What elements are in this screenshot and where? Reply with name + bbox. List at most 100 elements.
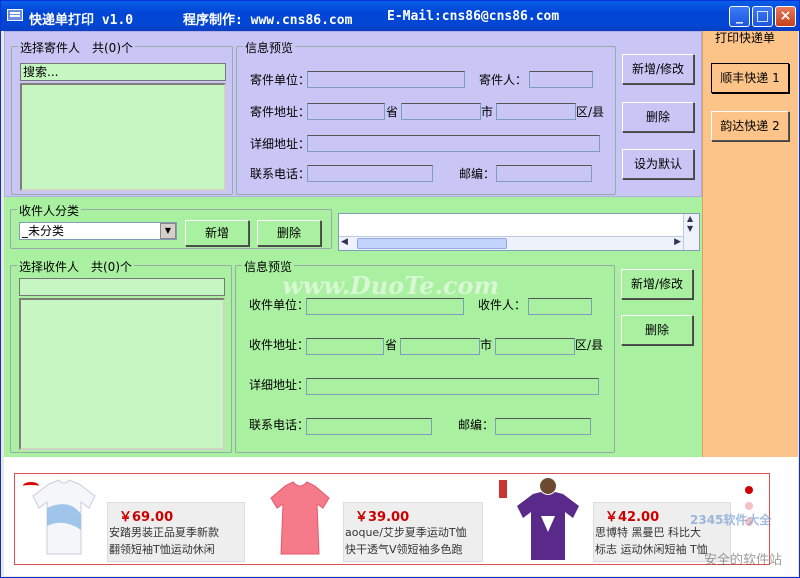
yunda-express-button[interactable]: 韵达快递 2 [711,111,789,141]
category-group: 收件人分类 _未分类 ▼ 新增 删除 [10,202,332,249]
maximize-icon: □ [755,8,770,24]
receiver-list-group: 选择收件人 共(0)个 [10,258,232,453]
pink-tshirt-image [270,481,330,555]
sender-list-group: 选择寄件人 共(0)个 搜索... [11,39,233,195]
brand-watermark: 2345软件大全 [690,513,772,527]
ad-desc-2: aoque/艾步夏季运动T恤 快干透气V领短袖多色跑 [345,524,481,558]
sender-add-modify-button[interactable]: 新增/修改 [622,54,694,84]
sender-address-label: 寄件地址： [250,105,311,119]
app-icon [7,9,23,21]
category-label: 收件人分类 [17,202,82,219]
sender-county-label: 区/县 [576,105,605,119]
category-select[interactable]: _未分类 ▼ [19,222,177,240]
ad-banner[interactable]: ￥69.00 安踏男装正品夏季新款 翻领短袖T恤运动休闲 ￥39.00 aoqu… [4,457,798,576]
ad-desc-1-line2: 翻领短袖T恤运动休闲 [109,543,215,556]
white-tshirt-image [32,479,96,555]
receiver-zip-label: 邮编： [458,418,495,432]
receiver-company-field[interactable] [306,298,464,315]
sender-preview-label: 信息预览 [243,39,296,56]
sender-delete-button[interactable]: 删除 [622,102,694,132]
receiver-zip-field[interactable] [495,418,591,435]
close-icon: × [779,8,792,24]
ad-price-3: ￥42.00 [605,510,660,525]
receiver-province-label: 省 [385,338,398,352]
sender-zip-label: 邮编： [459,167,496,181]
receiver-add-modify-button[interactable]: 新增/修改 [621,269,693,299]
scroll-left-icon[interactable]: ◀ [341,237,348,247]
ad-product-2[interactable]: ￥39.00 aoque/艾步夏季运动T恤 快干透气V领短袖多色跑 [265,474,495,564]
receiver-county-field[interactable] [495,338,575,355]
receiver-detail-field[interactable] [306,378,599,395]
ad-price-1: ￥69.00 [119,510,174,525]
sender-company-label: 寄件单位： [250,73,311,87]
receiver-search-input[interactable] [19,278,225,296]
scroll-up-icon[interactable]: ▲ [687,214,693,223]
receiver-address-label: 收件地址： [249,338,310,352]
receiver-list-label: 选择收件人 共(0)个 [17,258,134,275]
sender-search-input[interactable]: 搜索... [20,63,226,81]
sf-express-button[interactable]: 顺丰快递 1 [711,63,789,93]
scroll-thumb[interactable] [357,238,507,249]
ad-product-1[interactable]: ￥69.00 安踏男装正品夏季新款 翻领短袖T恤运动休闲 [19,474,249,564]
sender-set-default-button[interactable]: 设为默认 [622,149,694,179]
sender-detail-label: 详细地址： [250,137,311,151]
sender-person-field[interactable] [529,71,593,88]
ad-frame: ￥69.00 安踏男装正品夏季新款 翻领短袖T恤运动休闲 ￥39.00 aoqu… [14,473,770,565]
sender-company-field[interactable] [307,71,465,88]
author-text: 程序制作: www.cns86.com [183,13,353,28]
minimize-button[interactable]: _ [729,6,750,27]
vertical-scrollbar[interactable]: ▲ ▼ [683,214,699,250]
sender-province-field[interactable] [307,103,385,120]
ad-desc-2-line1: aoque/艾步夏季运动T恤 [345,526,467,539]
sender-person-label: 寄件人： [479,73,528,87]
email-text: E-Mail:cns86@cns86.com [387,9,560,24]
info-text-area[interactable]: ◀ ▶ ▲ ▼ [338,213,700,251]
ad-price-2: ￥39.00 [355,510,410,525]
close-button[interactable]: × [775,6,796,27]
receiver-panel: 选择收件人 共(0)个 信息预览 收件单位： 收件人： 收件地址： 省 市 区/… [4,253,702,457]
sender-county-field[interactable] [496,103,576,120]
main-window: 快递单打印 v1.0 程序制作: www.cns86.com E-Mail:cn… [0,0,800,578]
sender-list-label: 选择寄件人 共(0)个 [18,39,135,56]
scroll-right-icon[interactable]: ▶ [674,237,681,247]
sender-zip-field[interactable] [496,165,592,182]
receiver-list[interactable] [19,298,225,450]
receiver-city-label: 市 [480,338,493,352]
receiver-phone-field[interactable] [306,418,432,435]
receiver-person-field[interactable] [528,298,592,315]
receiver-city-field[interactable] [400,338,480,355]
sender-phone-label: 联系电话： [250,167,311,181]
ad-desc-1: 安踏男装正品夏季新款 翻领短袖T恤运动休闲 [109,524,243,558]
horizontal-scrollbar[interactable]: ◀ ▶ [339,236,683,250]
category-delete-button[interactable]: 删除 [257,220,321,246]
promo-tag-icon [499,480,507,498]
carousel-dot-2[interactable] [745,502,753,510]
title-bar[interactable]: 快递单打印 v1.0 程序制作: www.cns86.com E-Mail:cn… [1,1,799,31]
duote-watermark: www.DuoTe.com [282,271,499,300]
scroll-down-icon[interactable]: ▼ [687,224,693,233]
client-area: 选择寄件人 共(0)个 搜索... 信息预览 寄件单位： 寄件人： 寄件地址： … [4,31,798,576]
category-panel: 收件人分类 _未分类 ▼ 新增 删除 ◀ ▶ ▲ ▼ [4,197,702,253]
sender-list[interactable] [20,83,226,191]
ad-desc-1-line1: 安踏男装正品夏季新款 [109,526,219,539]
maximize-button[interactable]: □ [752,6,773,27]
sender-city-label: 市 [481,105,494,119]
category-select-value: _未分类 [22,224,65,238]
sender-phone-field[interactable] [307,165,433,182]
print-panel-title: 打印快递单 [715,31,776,45]
print-panel: 打印快递单 顺丰快递 1 韵达快递 2 [702,31,798,457]
sender-city-field[interactable] [401,103,481,120]
sender-province-label: 省 [386,105,399,119]
sender-preview-group: 信息预览 寄件单位： 寄件人： 寄件地址： 省 市 区/县 详细地址： 联系电话… [236,39,616,195]
category-add-button[interactable]: 新增 [185,220,249,246]
ad-desc-2-line2: 快干透气V领短袖多色跑 [345,543,463,556]
minimize-icon: _ [736,8,743,24]
receiver-province-field[interactable] [306,338,384,355]
dropdown-arrow-icon[interactable]: ▼ [160,223,176,239]
purple-tshirt-image [517,478,579,560]
sender-detail-field[interactable] [307,135,600,152]
receiver-detail-label: 详细地址： [249,378,310,392]
receiver-delete-button[interactable]: 删除 [621,315,693,345]
app-title: 快递单打印 v1.0 [29,13,134,28]
carousel-dot-1[interactable] [745,486,753,494]
